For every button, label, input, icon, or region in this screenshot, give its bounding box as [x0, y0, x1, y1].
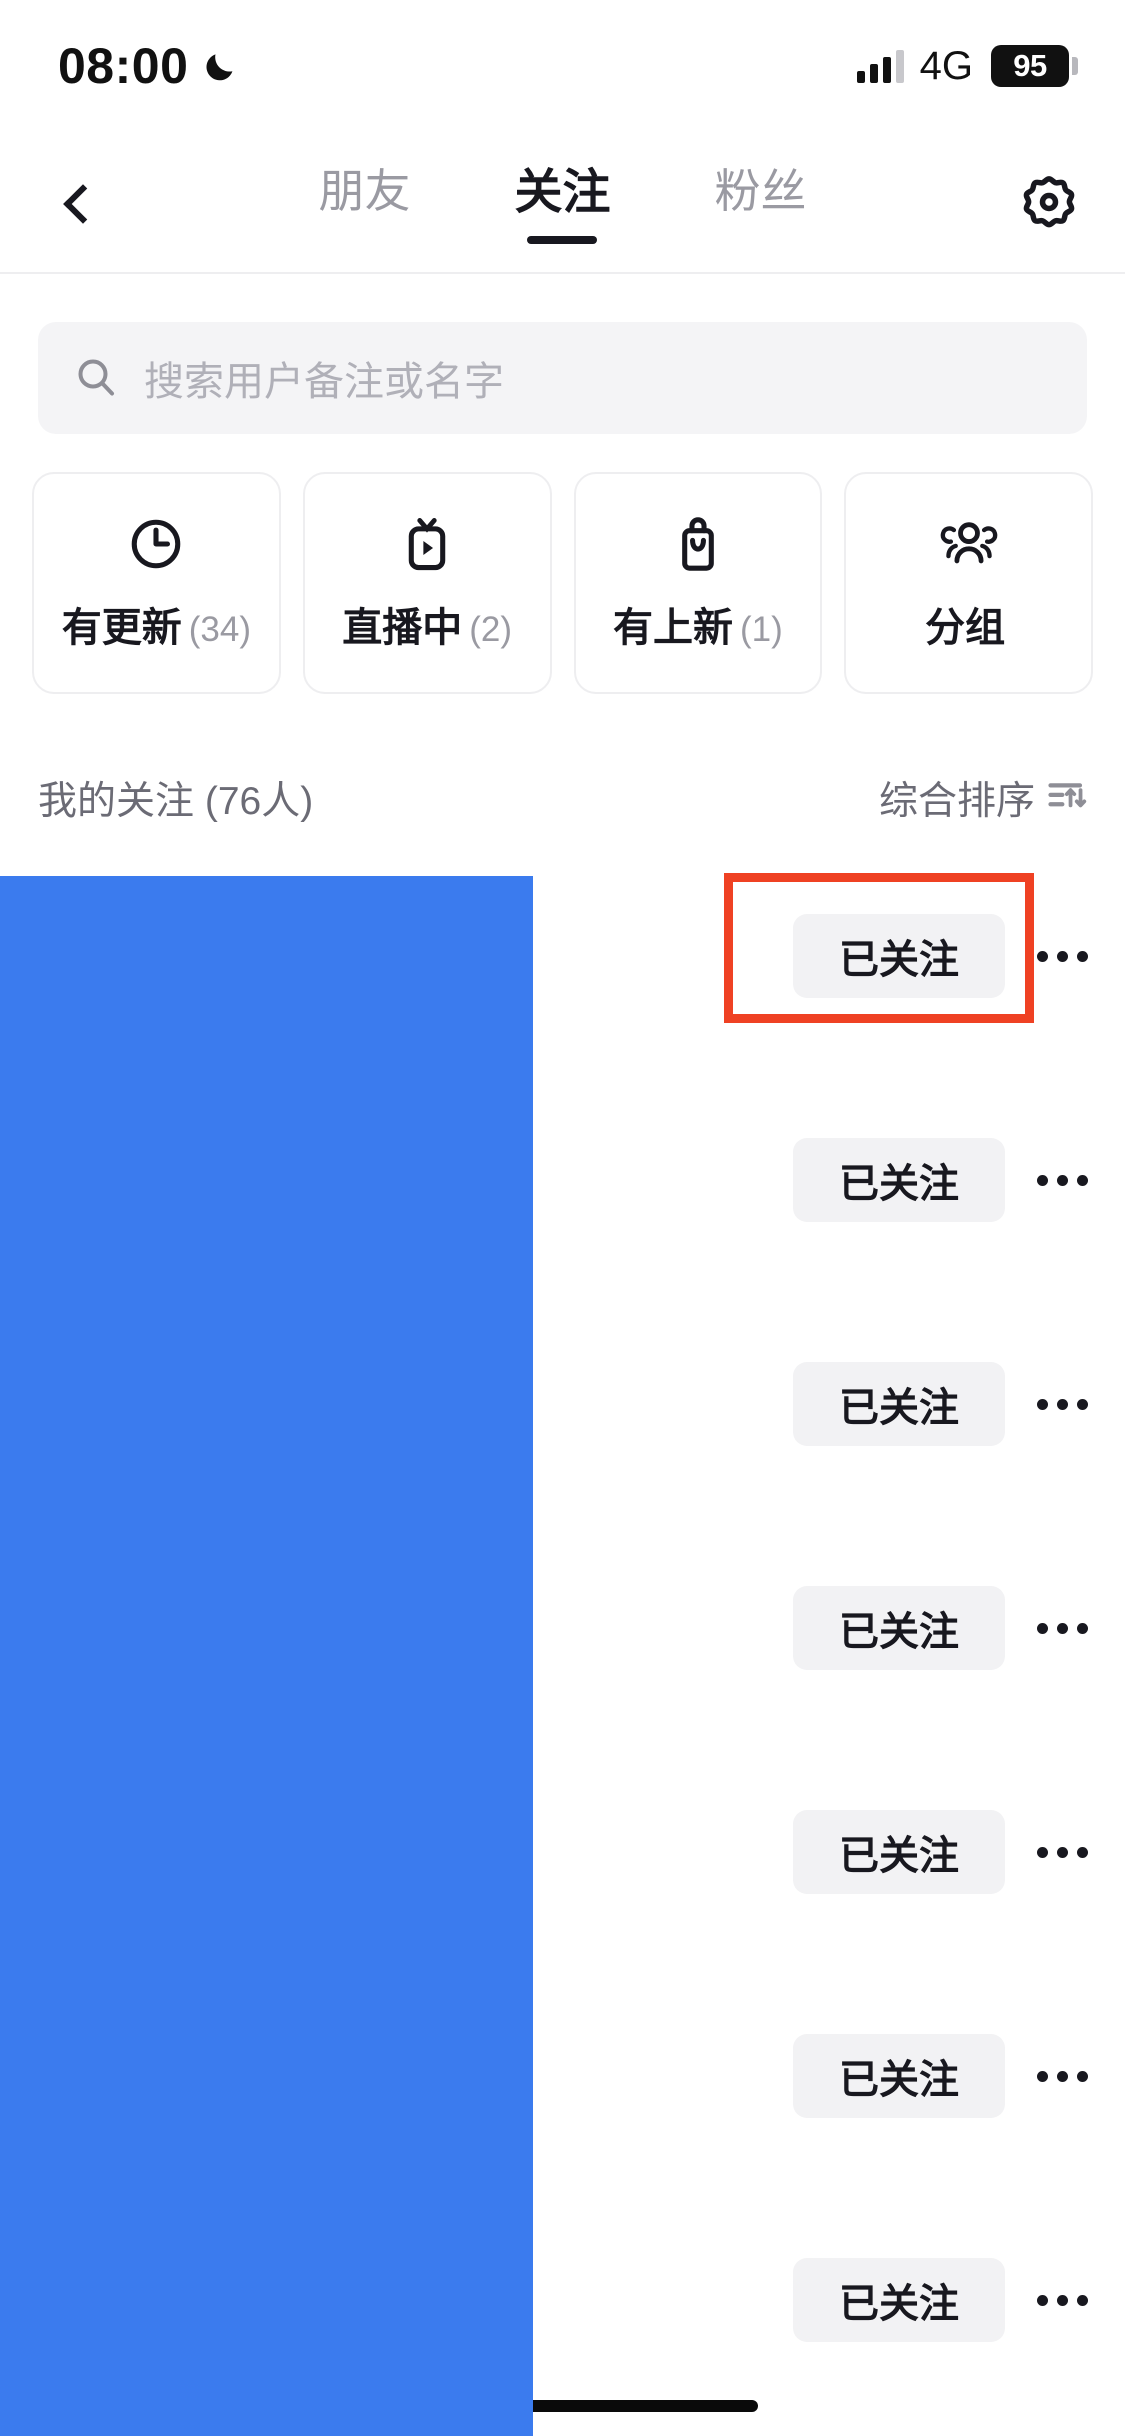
more-dots-icon[interactable]	[1035, 1822, 1089, 1882]
search-placeholder: 搜索用户备注或名字	[144, 360, 504, 404]
following-button[interactable]: 已关注	[793, 2258, 1005, 2342]
navigation-bar: 朋友 关注 粉丝	[0, 132, 1125, 272]
filter-count-live: (2)	[469, 610, 513, 649]
status-bar-right: 4G 95	[856, 43, 1078, 89]
more-dots-icon[interactable]	[1035, 1150, 1089, 1210]
filter-label-live: 直播中	[342, 606, 463, 650]
section-header: 我的关注 (76人) 综合排序	[0, 752, 1125, 844]
following-button[interactable]: 已关注	[793, 914, 1005, 998]
live-tv-icon	[398, 513, 456, 575]
filter-label-updates: 有更新	[61, 606, 182, 650]
following-button[interactable]: 已关注	[793, 1138, 1005, 1222]
filter-card-row: 有更新 (34) 直播中 (2) 有上新 (1) 分组	[32, 472, 1093, 694]
battery-cap	[1072, 57, 1078, 75]
sort-button[interactable]: 综合排序	[879, 770, 1087, 826]
my-following-title: 我的关注 (76人)	[38, 780, 314, 823]
settings-button[interactable]	[1001, 158, 1097, 250]
network-label: 4G	[919, 43, 973, 88]
more-dots-icon[interactable]	[1035, 1598, 1089, 1658]
battery-icon: 95	[991, 45, 1078, 87]
sort-icon	[1047, 778, 1087, 819]
search-input[interactable]: 搜索用户备注或名字	[38, 322, 1087, 434]
row-actions: 已关注	[793, 1362, 1089, 1446]
tab-bar: 朋友 关注 粉丝	[0, 156, 1125, 244]
status-bar-left: 08:00	[58, 41, 240, 91]
row-actions: 已关注	[793, 2034, 1089, 2118]
filter-card-live[interactable]: 直播中 (2)	[302, 472, 552, 694]
app-screen: 08:00 4G 95 朋友 关注 粉丝 搜索用户备注或名字 有更新 (34) …	[0, 0, 1125, 2436]
people-group-icon	[937, 513, 1001, 575]
more-dots-icon[interactable]	[1035, 926, 1089, 986]
tab-fans[interactable]: 粉丝	[703, 156, 819, 241]
following-button[interactable]: 已关注	[793, 1362, 1005, 1446]
more-dots-icon[interactable]	[1035, 2046, 1089, 2106]
status-bar: 08:00 4G 95	[0, 0, 1125, 132]
tab-following[interactable]: 关注	[502, 156, 622, 244]
blue-occlusion-overlay	[0, 876, 533, 2436]
row-actions: 已关注	[793, 1810, 1089, 1894]
row-actions: 已关注	[793, 1138, 1089, 1222]
search-icon	[74, 356, 118, 400]
more-dots-icon[interactable]	[1035, 2270, 1089, 2330]
sort-label: 综合排序	[878, 780, 1035, 823]
signal-bars-icon	[856, 49, 904, 83]
following-button[interactable]: 已关注	[793, 1810, 1005, 1894]
filter-count-newitems: (1)	[739, 610, 783, 649]
filter-card-groups[interactable]: 分组	[844, 472, 1093, 694]
following-button[interactable]: 已关注	[793, 1586, 1005, 1670]
moon-icon	[202, 47, 240, 85]
following-button[interactable]: 已关注	[793, 2034, 1005, 2118]
gear-icon	[1019, 172, 1079, 237]
more-dots-icon[interactable]	[1035, 1374, 1089, 1434]
filter-label-newitems: 有上新	[612, 606, 733, 650]
shopping-bag-icon	[669, 513, 727, 575]
filter-count-updates: (34)	[188, 610, 251, 649]
filter-label-groups: 分组	[925, 606, 1006, 650]
row-actions: 已关注	[793, 914, 1089, 998]
battery-level: 95	[1013, 48, 1047, 83]
clock-icon	[127, 513, 185, 575]
navbar-divider	[0, 272, 1125, 274]
tab-friends[interactable]: 朋友	[306, 156, 422, 241]
filter-card-newitems[interactable]: 有上新 (1)	[573, 472, 823, 694]
status-bar-clock: 08:00	[58, 38, 189, 94]
row-actions: 已关注	[793, 2258, 1089, 2342]
filter-card-updates[interactable]: 有更新 (34)	[32, 472, 281, 694]
row-actions: 已关注	[793, 1586, 1089, 1670]
